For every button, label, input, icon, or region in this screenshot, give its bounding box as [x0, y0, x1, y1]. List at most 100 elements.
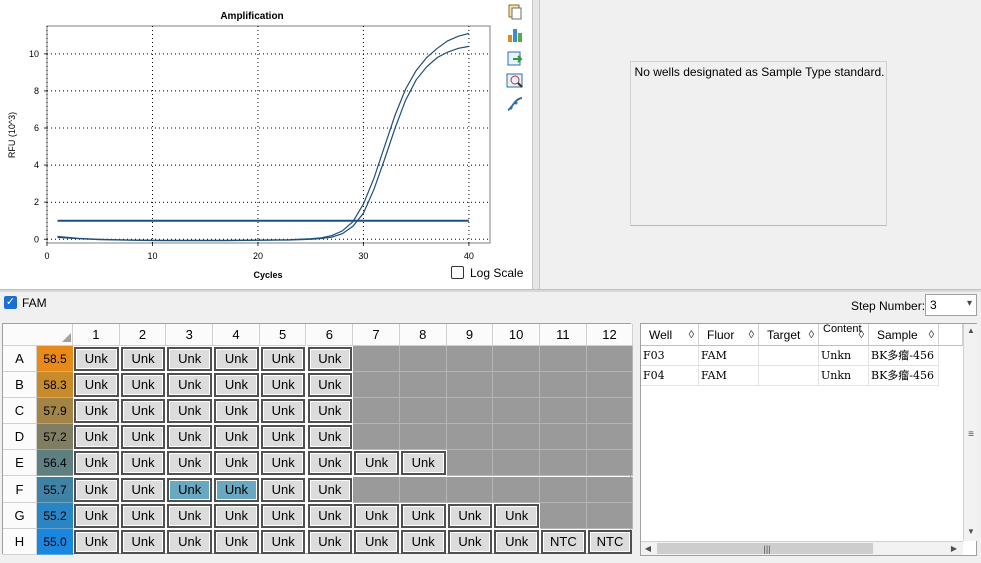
log-scale-checkbox[interactable] [451, 266, 464, 279]
plate-well-empty[interactable] [540, 398, 587, 425]
scroll-right-button[interactable]: ▶ [947, 542, 961, 556]
step-number-select[interactable]: 3 ▾ [925, 294, 977, 316]
plate-well[interactable]: Unk [214, 347, 259, 372]
plate-well[interactable]: Unk [74, 451, 119, 476]
plate-well[interactable]: Unk [120, 477, 166, 502]
sort-icon[interactable]: ◊ [689, 324, 694, 346]
column-header[interactable]: 1 [73, 324, 120, 346]
plate-well[interactable]: Unk [494, 503, 539, 528]
plate-well[interactable]: Unk [354, 451, 399, 476]
plate-well-empty[interactable] [540, 424, 587, 451]
plate-well-empty[interactable] [540, 372, 587, 399]
vertical-splitter[interactable] [532, 0, 540, 291]
plate-well-empty[interactable] [586, 398, 634, 425]
plate-well[interactable]: Unk [354, 503, 399, 528]
plate-well[interactable]: Unk [260, 529, 306, 554]
plate-well[interactable]: Unk [74, 373, 119, 398]
plate-well[interactable]: Unk [214, 399, 259, 424]
plate-well[interactable]: Unk [167, 425, 213, 450]
column-header[interactable]: 4 [213, 324, 260, 346]
horizontal-scrollbar[interactable]: ◀ ||| ▶ [641, 541, 963, 555]
row-header[interactable]: F [3, 476, 37, 503]
plate-well[interactable]: Unk [74, 477, 119, 502]
plate-well[interactable]: Unk [260, 373, 306, 398]
plate-well-empty[interactable] [540, 502, 587, 529]
amplification-chart[interactable]: Amplification 0 2 4 6 8 10 0 10 20 30 40 RFU (10^… [0, 0, 500, 289]
plate-well-empty[interactable] [586, 450, 634, 477]
row-header[interactable]: E [3, 450, 37, 477]
column-header-well[interactable]: Well ◊ [641, 324, 699, 346]
plate-well-empty[interactable] [446, 372, 494, 399]
column-header-fluor[interactable]: Fluor ◊ [699, 324, 759, 346]
plate-well[interactable]: Unk [214, 373, 259, 398]
sort-icon[interactable]: ◊ [809, 324, 814, 346]
plate-well-empty[interactable] [446, 424, 494, 451]
column-header[interactable]: 5 [259, 324, 307, 346]
plate-well[interactable]: Unk [120, 503, 166, 528]
sort-icon[interactable]: ◊ [929, 324, 934, 346]
plate-well[interactable]: NTC [541, 529, 586, 554]
plate-well-empty[interactable] [493, 398, 540, 425]
plate-well[interactable]: Unk [307, 477, 353, 502]
plate-well[interactable]: Unk [260, 477, 306, 502]
scroll-down-button[interactable]: ▼ [964, 525, 978, 539]
sort-icon[interactable]: ◊ [859, 324, 864, 345]
plate-well[interactable]: Unk [494, 529, 539, 554]
plate-well-empty[interactable] [353, 424, 400, 451]
row-header[interactable]: B [3, 372, 37, 399]
column-header-content[interactable]: Content ◊ [819, 324, 869, 346]
plate-well-empty[interactable] [493, 424, 540, 451]
plate-well-empty[interactable] [586, 502, 634, 529]
scroll-thumb-grip[interactable]: ≡ [964, 428, 978, 442]
plate-well-empty[interactable] [586, 476, 634, 503]
plate-well[interactable]: Unk [120, 451, 166, 476]
column-header[interactable]: 6 [306, 324, 354, 346]
column-header[interactable]: 7 [353, 324, 400, 346]
plate-well[interactable]: Unk [120, 425, 166, 450]
plate-well-empty[interactable] [493, 346, 540, 373]
plate-well[interactable]: Unk [74, 529, 119, 554]
column-header-target[interactable]: Target ◊ [759, 324, 819, 346]
column-header[interactable]: 10 [493, 324, 540, 346]
plate-well-empty[interactable] [399, 346, 447, 373]
plate-well[interactable]: Unk [167, 399, 213, 424]
plate-well-empty[interactable] [586, 424, 634, 451]
plate-well-empty[interactable] [399, 476, 447, 503]
plate-well[interactable]: Unk [307, 347, 353, 372]
column-header[interactable]: 8 [399, 324, 447, 346]
row-header[interactable]: H [3, 528, 37, 555]
plate-well[interactable]: Unk [214, 451, 259, 476]
plate-well[interactable]: Unk [400, 529, 446, 554]
plate-well[interactable]: Unk [260, 399, 306, 424]
plate-well-empty[interactable] [399, 372, 447, 399]
plate-well[interactable]: Unk [74, 425, 119, 450]
plate-well-empty[interactable] [493, 476, 540, 503]
plate-well[interactable]: Unk [400, 503, 446, 528]
plate-well-empty[interactable] [446, 398, 494, 425]
plate-well[interactable]: Unk [167, 451, 213, 476]
plate-well[interactable]: Unk [214, 425, 259, 450]
bar-chart-icon[interactable] [506, 26, 524, 44]
plate-well[interactable]: Unk [307, 451, 353, 476]
plate-well[interactable]: Unk [307, 529, 353, 554]
plate-well[interactable]: Unk [167, 373, 213, 398]
zoom-icon[interactable] [506, 72, 524, 90]
plate-well[interactable]: Unk [167, 503, 213, 528]
scroll-up-button[interactable]: ▲ [964, 324, 978, 338]
plate-well-empty[interactable] [540, 450, 587, 477]
row-header[interactable]: C [3, 398, 37, 425]
plate-well[interactable]: Unk [120, 529, 166, 554]
plate-well[interactable]: Unk [120, 373, 166, 398]
column-header[interactable]: 2 [119, 324, 167, 346]
row-header[interactable]: D [3, 424, 37, 451]
plate-well-empty[interactable] [540, 476, 587, 503]
scroll-left-button[interactable]: ◀ [641, 542, 655, 556]
plate-well-empty[interactable] [586, 346, 634, 373]
column-header[interactable]: 9 [446, 324, 494, 346]
column-header-sample[interactable]: Sample ◊ [869, 324, 939, 346]
plate-well-empty[interactable] [446, 450, 494, 477]
plate-well-empty[interactable] [446, 346, 494, 373]
plate-well-empty[interactable] [493, 372, 540, 399]
row-header[interactable]: A [3, 346, 37, 373]
plate-well-empty[interactable] [446, 476, 494, 503]
